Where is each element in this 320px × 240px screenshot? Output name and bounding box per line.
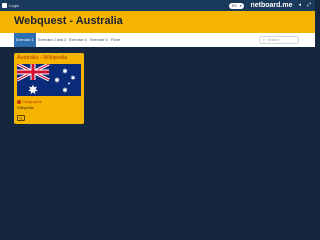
- edit-icon[interactable]: ✎: [17, 115, 25, 121]
- resource-card[interactable]: Australia - Wikipedia Geographie Wikiped…: [14, 53, 84, 124]
- tab-bar: Exercise 1 Exercise 2 and 3 Exercise 4 E…: [0, 33, 315, 47]
- search-input[interactable]: ⌕ Search: [259, 36, 299, 44]
- sound-icon[interactable]: ◂: [298, 3, 301, 8]
- tag-icon: [17, 100, 21, 104]
- card-tag: Geographie: [17, 100, 42, 104]
- card-tag-label: Geographie: [22, 100, 42, 104]
- search-icon: ⌕: [263, 38, 266, 42]
- tab-exercise-4[interactable]: Exercise 4: [67, 33, 89, 47]
- card-title[interactable]: Australia - Wikipedia: [17, 55, 67, 61]
- page-header: Webquest - Australia: [0, 11, 315, 33]
- card-link[interactable]: Wikipedia: [17, 106, 33, 110]
- search-placeholder: Search: [267, 38, 280, 42]
- lang-label: EN: [231, 3, 237, 8]
- tab-exercise-1[interactable]: Exercise 1: [14, 33, 36, 47]
- user-icon: [2, 3, 7, 8]
- tab-exercise-2-and-3[interactable]: Exercise 2 and 3: [36, 33, 68, 47]
- tab-fiche[interactable]: Fiche: [109, 33, 122, 47]
- page-title: Webquest - Australia: [14, 15, 123, 27]
- chevron-down-icon: ▾: [239, 3, 242, 8]
- fullscreen-icon[interactable]: ⤢: [307, 3, 311, 8]
- top-bar-right: EN ▾ netboard.me ◂ ⤢: [228, 1, 311, 10]
- top-bar: Login EN ▾ netboard.me ◂ ⤢: [0, 0, 315, 11]
- australia-flag-image[interactable]: [17, 64, 81, 96]
- login-label: Login: [9, 3, 19, 8]
- tab-exercise-5[interactable]: Exercise 5: [88, 33, 110, 47]
- login-button[interactable]: Login: [2, 2, 19, 9]
- language-selector[interactable]: EN ▾: [228, 2, 245, 9]
- brand-logo[interactable]: netboard.me: [250, 2, 292, 9]
